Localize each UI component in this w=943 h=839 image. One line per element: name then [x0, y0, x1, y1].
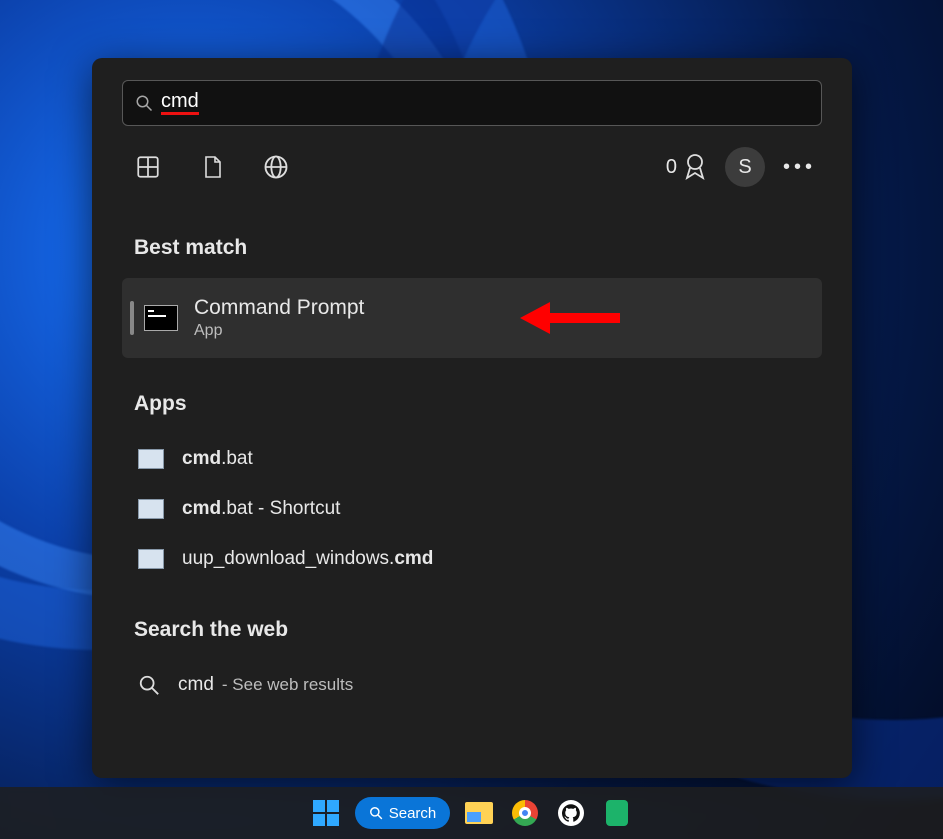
cmd-file-icon — [138, 549, 164, 569]
best-match-result[interactable]: Command Prompt App — [122, 278, 822, 358]
start-button[interactable] — [309, 796, 343, 830]
chrome-button[interactable] — [508, 796, 542, 830]
section-heading-web: Search the web — [134, 618, 822, 642]
search-input[interactable]: cmd — [122, 80, 822, 126]
command-prompt-icon — [144, 305, 178, 331]
shortcut-file-icon — [138, 499, 164, 519]
web-search-row[interactable]: cmd - See web results — [122, 660, 822, 710]
user-avatar[interactable]: S — [725, 147, 765, 187]
windows-logo-icon — [313, 800, 339, 826]
taskbar: Search — [0, 787, 943, 839]
apps-filter-icon[interactable] — [128, 147, 168, 187]
best-match-title: Command Prompt — [194, 296, 364, 320]
github-desktop-button[interactable] — [554, 796, 588, 830]
section-heading-best-match: Best match — [134, 236, 822, 260]
search-icon — [138, 674, 160, 696]
file-explorer-button[interactable] — [462, 796, 496, 830]
phone-link-button[interactable] — [600, 796, 634, 830]
more-options-button[interactable]: ••• — [783, 156, 816, 179]
section-heading-apps: Apps — [134, 392, 822, 416]
bat-file-icon — [138, 449, 164, 469]
app-result-row[interactable]: cmd.bat — [122, 434, 822, 484]
phone-icon — [606, 800, 628, 826]
app-result-row[interactable]: cmd.bat - Shortcut — [122, 484, 822, 534]
best-match-subtitle: App — [194, 322, 364, 340]
taskbar-search-label: Search — [389, 805, 437, 822]
rewards-medal-icon — [683, 153, 707, 181]
search-icon — [369, 806, 383, 820]
search-query-text: cmd — [161, 91, 199, 115]
octocat-icon — [558, 800, 584, 826]
start-menu-panel: cmd 0 S ••• Best match Command Prompt Ap… — [92, 58, 852, 778]
rewards-points-value: 0 — [666, 156, 677, 179]
search-filter-toolbar: 0 S ••• — [128, 144, 816, 190]
chrome-icon — [512, 800, 538, 826]
app-result-row[interactable]: uup_download_windows.cmd — [122, 534, 822, 584]
search-icon — [135, 94, 153, 112]
selection-indicator — [130, 301, 134, 335]
web-query: cmd — [178, 674, 214, 696]
annotation-arrow — [520, 302, 620, 334]
web-filter-icon[interactable] — [256, 147, 296, 187]
web-hint: - See web results — [222, 675, 353, 695]
folder-icon — [465, 802, 493, 824]
taskbar-search-button[interactable]: Search — [355, 797, 451, 829]
documents-filter-icon[interactable] — [192, 147, 232, 187]
rewards-points[interactable]: 0 — [666, 153, 707, 181]
avatar-initial: S — [738, 156, 751, 179]
